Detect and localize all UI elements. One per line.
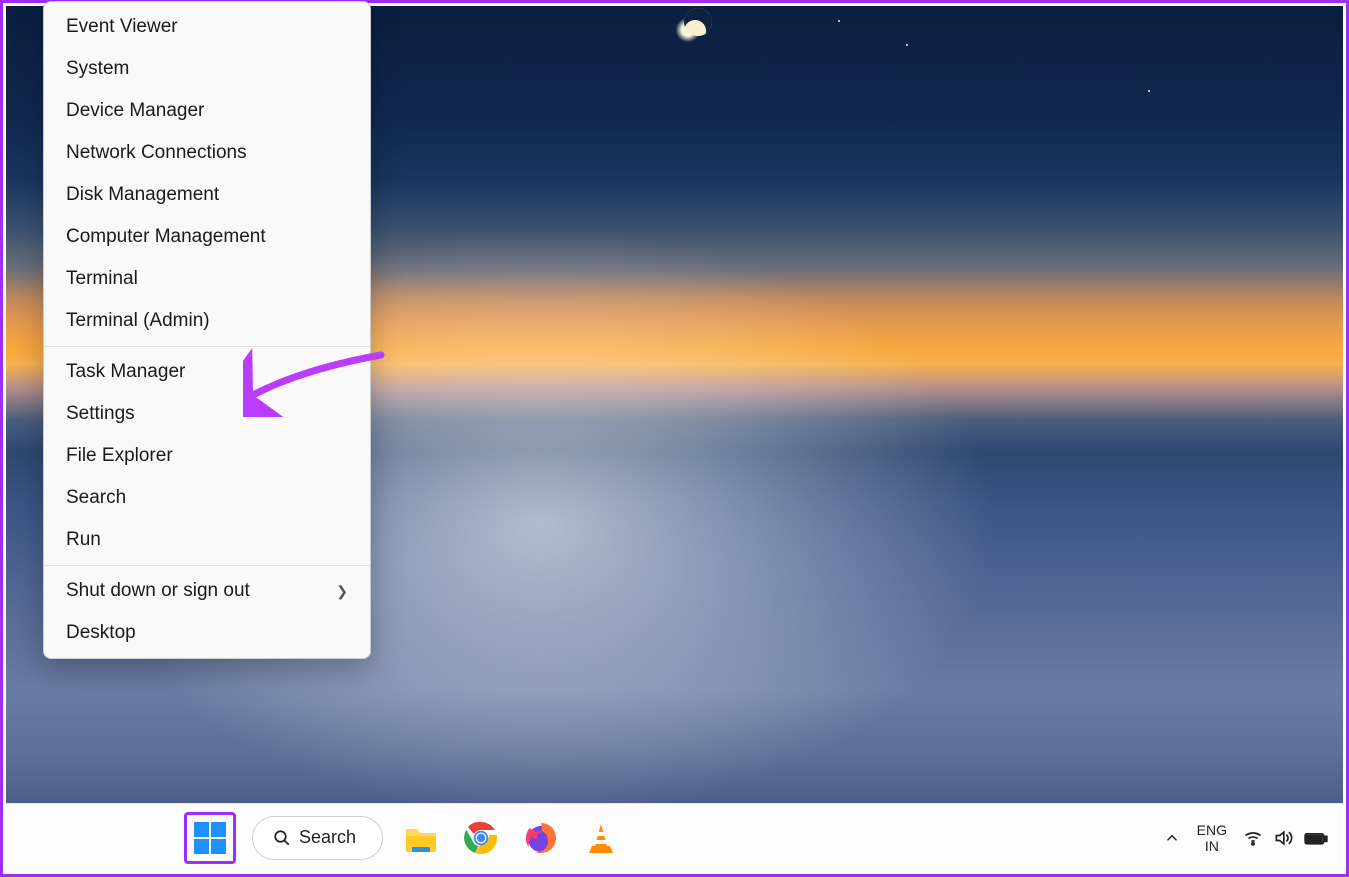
menu-item-desktop[interactable]: Desktop <box>44 612 370 654</box>
menu-item-task-manager[interactable]: Task Manager <box>44 351 370 393</box>
power-user-menu: Event Viewer System Device Manager Netwo… <box>43 1 371 659</box>
menu-label: File Explorer <box>66 445 173 467</box>
menu-label: Settings <box>66 403 135 425</box>
system-tray-icons[interactable] <box>1243 828 1329 848</box>
menu-item-shutdown-signout[interactable]: Shut down or sign out ❯ <box>44 570 370 612</box>
folder-icon <box>403 820 439 856</box>
chevron-right-icon: ❯ <box>336 583 348 600</box>
language-line1: ENG <box>1197 822 1227 838</box>
menu-item-terminal-admin[interactable]: Terminal (Admin) <box>44 300 370 342</box>
menu-separator <box>44 565 370 566</box>
menu-item-run[interactable]: Run <box>44 519 370 561</box>
menu-item-event-viewer[interactable]: Event Viewer <box>44 6 370 48</box>
windows-logo-icon <box>193 821 227 855</box>
menu-item-search[interactable]: Search <box>44 477 370 519</box>
vlc-icon <box>584 821 618 855</box>
menu-label: Network Connections <box>66 142 247 164</box>
moon-graphic <box>678 2 717 41</box>
taskbar-app-firefox[interactable] <box>519 816 563 860</box>
language-line2: IN <box>1197 838 1227 854</box>
chrome-icon <box>463 820 499 856</box>
menu-label: Computer Management <box>66 226 266 248</box>
star-graphic <box>838 20 840 22</box>
menu-label: Device Manager <box>66 100 204 122</box>
search-label: Search <box>299 827 356 848</box>
menu-label: System <box>66 58 129 80</box>
search-button[interactable]: Search <box>252 816 383 860</box>
menu-item-terminal[interactable]: Terminal <box>44 258 370 300</box>
menu-item-computer-management[interactable]: Computer Management <box>44 216 370 258</box>
menu-item-network-connections[interactable]: Network Connections <box>44 132 370 174</box>
menu-label: Task Manager <box>66 361 185 383</box>
battery-icon <box>1303 828 1329 848</box>
taskbar-app-vlc[interactable] <box>579 816 623 860</box>
menu-label: Search <box>66 487 126 509</box>
taskbar: Search <box>6 803 1343 871</box>
menu-item-file-explorer[interactable]: File Explorer <box>44 435 370 477</box>
star-graphic <box>906 44 908 46</box>
taskbar-tray: ENG IN <box>1163 822 1329 854</box>
search-icon <box>273 829 291 847</box>
menu-item-device-manager[interactable]: Device Manager <box>44 90 370 132</box>
star-graphic <box>1148 90 1150 92</box>
menu-label: Disk Management <box>66 184 219 206</box>
menu-separator <box>44 346 370 347</box>
menu-label: Terminal (Admin) <box>66 310 210 332</box>
menu-label: Shut down or sign out <box>66 580 250 602</box>
menu-label: Terminal <box>66 268 138 290</box>
firefox-icon <box>523 820 559 856</box>
wifi-icon <box>1243 828 1263 848</box>
taskbar-app-file-explorer[interactable] <box>399 816 443 860</box>
menu-label: Event Viewer <box>66 16 178 38</box>
menu-item-disk-management[interactable]: Disk Management <box>44 174 370 216</box>
taskbar-center: Search <box>184 812 623 864</box>
menu-label: Desktop <box>66 622 136 644</box>
tray-overflow-button[interactable] <box>1163 829 1181 847</box>
language-indicator[interactable]: ENG IN <box>1197 822 1227 854</box>
speaker-icon <box>1273 828 1293 848</box>
start-button[interactable] <box>184 812 236 864</box>
menu-label: Run <box>66 529 101 551</box>
taskbar-app-chrome[interactable] <box>459 816 503 860</box>
menu-item-system[interactable]: System <box>44 48 370 90</box>
menu-item-settings[interactable]: Settings <box>44 393 370 435</box>
